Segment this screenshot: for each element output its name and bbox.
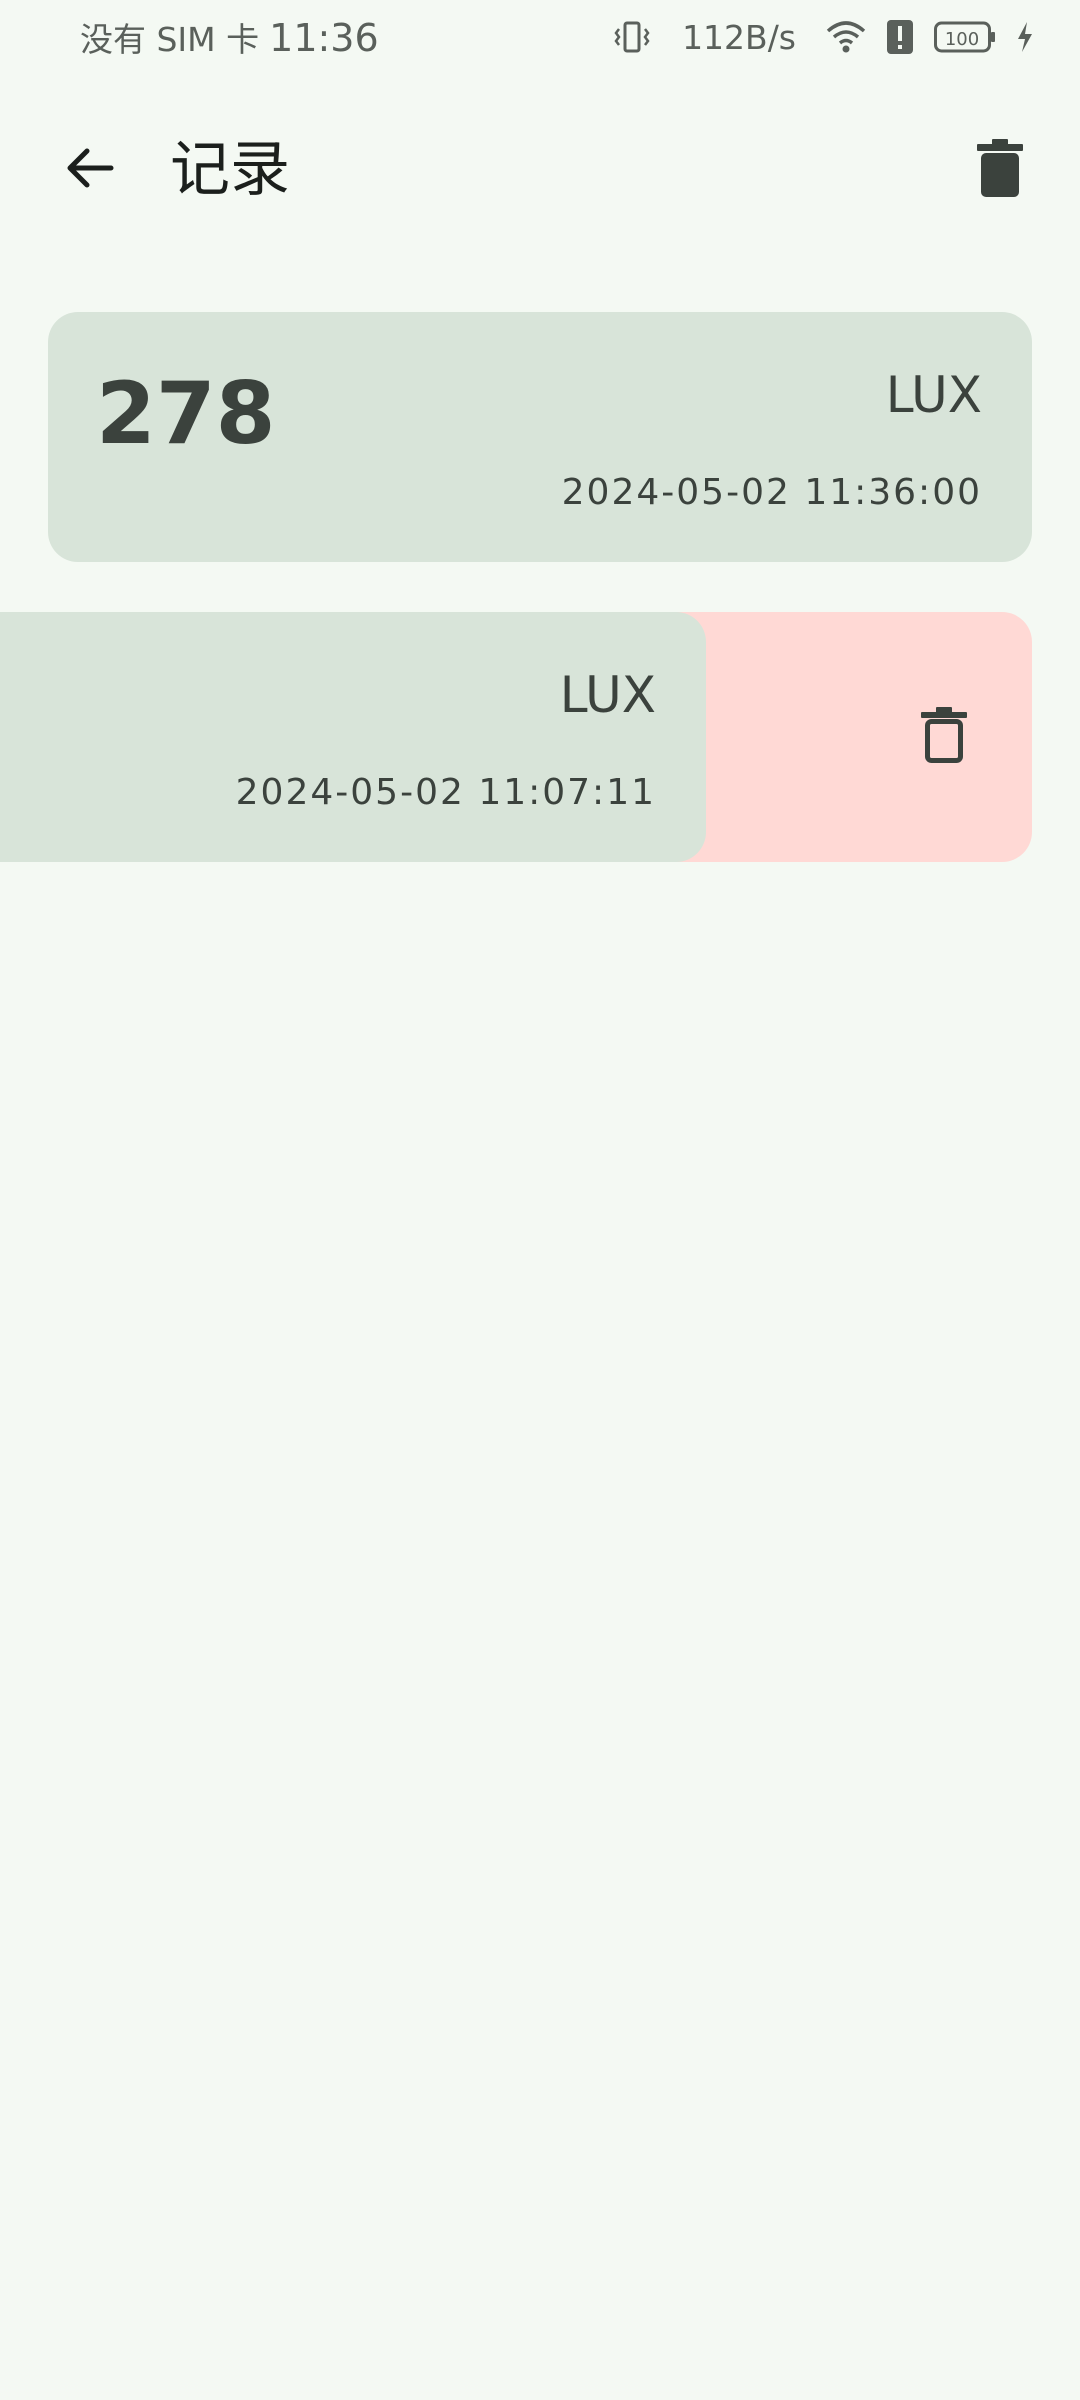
record-timestamp: 2024-05-02 11:36:00 <box>561 472 982 513</box>
status-bar: 没有 SIM 卡 11:36 112B/s 100 <box>0 0 1080 74</box>
battery-level: 100 <box>945 29 979 50</box>
record-card[interactable]: 278 LUX 2024-05-02 11:36:00 <box>48 312 1032 562</box>
record-card[interactable]: LUX 2024-05-02 11:07:11 <box>0 612 706 862</box>
app-bar: 记录 <box>0 108 1080 232</box>
net-speed: 112B/s <box>682 17 796 57</box>
clock: 11:36 <box>269 16 379 60</box>
record-value: 278 <box>96 364 276 464</box>
vibrate-icon <box>612 17 652 57</box>
record-unit: LUX <box>559 666 656 724</box>
trash-icon <box>977 139 1023 201</box>
charging-icon <box>1016 20 1034 54</box>
swipe-delete-button[interactable] <box>904 697 984 777</box>
battery-icon: 100 <box>934 20 996 54</box>
arrow-back-icon <box>63 141 117 199</box>
trash-outline-icon <box>921 707 967 767</box>
record-unit: LUX <box>885 366 982 424</box>
status-left: 没有 SIM 卡 11:36 <box>80 13 379 61</box>
carrier-text: 没有 SIM 卡 <box>80 20 260 59</box>
record-timestamp: 2024-05-02 11:07:11 <box>235 772 656 813</box>
alert-icon <box>886 19 914 55</box>
delete-all-button[interactable] <box>960 130 1040 210</box>
swipe-row[interactable]: LUX 2024-05-02 11:07:11 <box>0 612 1032 862</box>
back-button[interactable] <box>50 130 130 210</box>
page-title: 记录 <box>170 135 290 205</box>
status-right: 112B/s 100 <box>612 17 1034 57</box>
wifi-icon <box>826 19 866 55</box>
